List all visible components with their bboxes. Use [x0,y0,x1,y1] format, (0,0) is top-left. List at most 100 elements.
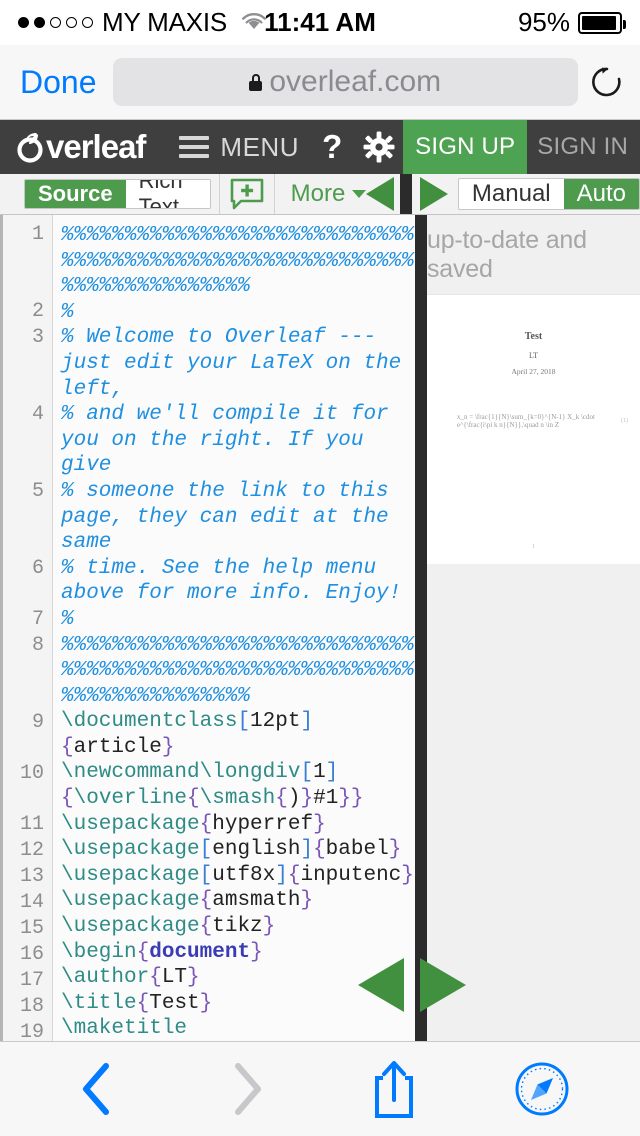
line-number: 17 [19,969,44,992]
sign-up-button[interactable]: SIGN UP [403,120,528,174]
status-bar-left: MY MAXIS [18,7,268,38]
pdf-page[interactable]: Test LT April 27, 2018 x_n = \frac{1}{N}… [427,294,640,564]
pdf-title: Test [524,331,543,342]
line-number: 5 [31,480,44,503]
compile-status-label: up-to-date and saved [427,226,587,283]
collapse-right-button[interactable] [419,177,448,211]
code-line[interactable]: \usepackage[utf8x]{inputenc} [61,863,415,889]
line-number: 4 [31,403,44,426]
toolbar-divider-2 [273,174,275,214]
code-line[interactable]: % time. See the help menu above for more… [61,556,415,607]
signal-strength-icon [18,17,93,28]
compile-mode-group: Manual Auto [457,178,640,210]
pdf-equation-body: x_n = \frac{1}{N}\sum_{k=0}^{N-1} X_k \c… [457,413,595,429]
menu-button[interactable]: MENU [179,132,299,163]
line-number: 3 [31,326,44,349]
code-line[interactable]: \usepackage{hyperref} [61,812,415,838]
pdf-page-number: 1 [532,544,535,550]
line-number: 7 [31,608,44,631]
reload-button[interactable] [588,64,626,100]
code-line[interactable]: \usepackage{amsmath} [61,888,415,914]
sign-in-button[interactable]: SIGN IN [527,120,640,174]
panel-splitter[interactable] [415,215,427,1041]
browser-bottom-toolbar [0,1041,640,1136]
code-line[interactable]: \begin{document} [61,940,415,966]
browser-url-bar: Done overleaf.com [0,45,640,120]
main-area: 12345678910111213141516171819202122 %%%%… [0,215,640,1041]
button-manual-compile[interactable]: Manual [458,179,564,209]
done-button[interactable]: Done [14,64,103,101]
lock-icon [249,73,263,91]
code-line[interactable]: \usepackage[english]{babel} [61,837,415,863]
share-button[interactable] [349,1054,439,1124]
back-button[interactable] [53,1054,143,1124]
code-editor[interactable]: 12345678910111213141516171819202122 %%%%… [0,215,415,1041]
overleaf-logo-text: verleaf [46,128,146,165]
add-comment-icon[interactable] [228,178,266,210]
line-number: 14 [19,891,44,914]
forward-button [201,1054,291,1124]
code-line[interactable]: % someone the link to this page, they ca… [61,479,415,556]
editor-toolbar: Source Rich Text More Manual Auto [0,174,640,215]
url-input[interactable]: overleaf.com [112,58,578,106]
more-label: More [290,180,346,207]
line-number: 9 [31,711,44,734]
overleaf-logo[interactable]: verleaf [0,128,146,166]
code-line[interactable]: %%%%%%%%%%%%%%%%%%%%%%%%%%%%%%%%%%%%%%%%… [61,633,415,710]
collapse-left-button[interactable] [366,177,395,211]
gear-icon[interactable] [355,120,403,174]
battery-icon [578,11,626,34]
code-line[interactable]: \usepackage{tikz} [61,914,415,940]
mode-toggle-group: Source Rich Text [24,179,212,209]
line-number: 6 [31,557,44,580]
code-line[interactable]: \documentclass[12pt]{article} [61,709,415,760]
battery-percent-label: 95% [517,7,570,37]
safari-compass-icon[interactable] [497,1054,587,1124]
ios-status-bar: MY MAXIS 11:41 AM 95% [0,0,640,45]
code-line[interactable]: % [61,300,415,326]
line-number-gutter: 12345678910111213141516171819202122 [3,215,53,1041]
line-number: 15 [19,917,44,940]
code-line[interactable]: \maketitle [61,1016,415,1041]
url-text: overleaf.com [269,65,442,98]
code-line[interactable]: %%%%%%%%%%%%%%%%%%%%%%%%%%%%%%%%%%%%%%%%… [61,223,415,300]
line-number: 16 [19,943,44,966]
tab-source[interactable]: Source [25,180,126,208]
line-number: 8 [31,634,44,657]
code-content[interactable]: %%%%%%%%%%%%%%%%%%%%%%%%%%%%%%%%%%%%%%%%… [53,215,415,1041]
chevron-down-icon [352,190,367,198]
tab-rich-text[interactable]: Rich Text [125,180,211,208]
more-menu-button[interactable]: More [283,180,367,208]
pdf-equation: x_n = \frac{1}{N}\sum_{k=0}^{N-1} X_k \c… [457,413,628,429]
line-number: 19 [19,1021,44,1041]
line-number: 11 [19,813,44,836]
line-number: 2 [31,300,44,323]
menu-label: MENU [220,131,299,162]
code-line[interactable]: \newcommand\longdiv[1]{\overline{\smash{… [61,760,415,811]
line-number: 1 [31,223,44,246]
code-line[interactable]: % and we'll compile it for you on the ri… [61,402,415,479]
code-line[interactable]: \title{Test} [61,991,415,1017]
toolbar-splitter [400,174,412,214]
overleaf-header: verleaf MENU ? SIGN UP SIGN IN [0,120,640,174]
editor-toolbar-left: Source Rich Text More [0,174,401,214]
button-auto-compile[interactable]: Auto [563,179,639,209]
line-number: 18 [19,995,44,1018]
pdf-date: April 27, 2018 [511,367,556,376]
hamburger-icon [179,136,210,158]
question-mark-icon[interactable]: ? [309,120,355,174]
wifi-icon [240,7,268,38]
line-number: 12 [19,839,44,862]
pdf-equation-number: (1) [621,418,628,424]
overleaf-header-actions: ? SIGN UP SIGN IN [309,120,640,174]
pdf-author: LT [528,351,539,360]
status-bar-right: 95% [517,7,626,38]
phone-screen: MY MAXIS 11:41 AM 95% Done overleaf.com [0,0,640,1136]
pdf-preview-panel: up-to-date and saved Test LT April 27, 2… [427,215,640,1041]
line-number: 10 [19,762,44,785]
code-line[interactable]: % [61,607,415,633]
editor-toolbar-right: Manual Auto [411,174,640,214]
line-number: 13 [19,865,44,888]
code-line[interactable]: % Welcome to Overleaf --- just edit your… [61,325,415,402]
code-line[interactable]: \author{LT} [61,965,415,991]
